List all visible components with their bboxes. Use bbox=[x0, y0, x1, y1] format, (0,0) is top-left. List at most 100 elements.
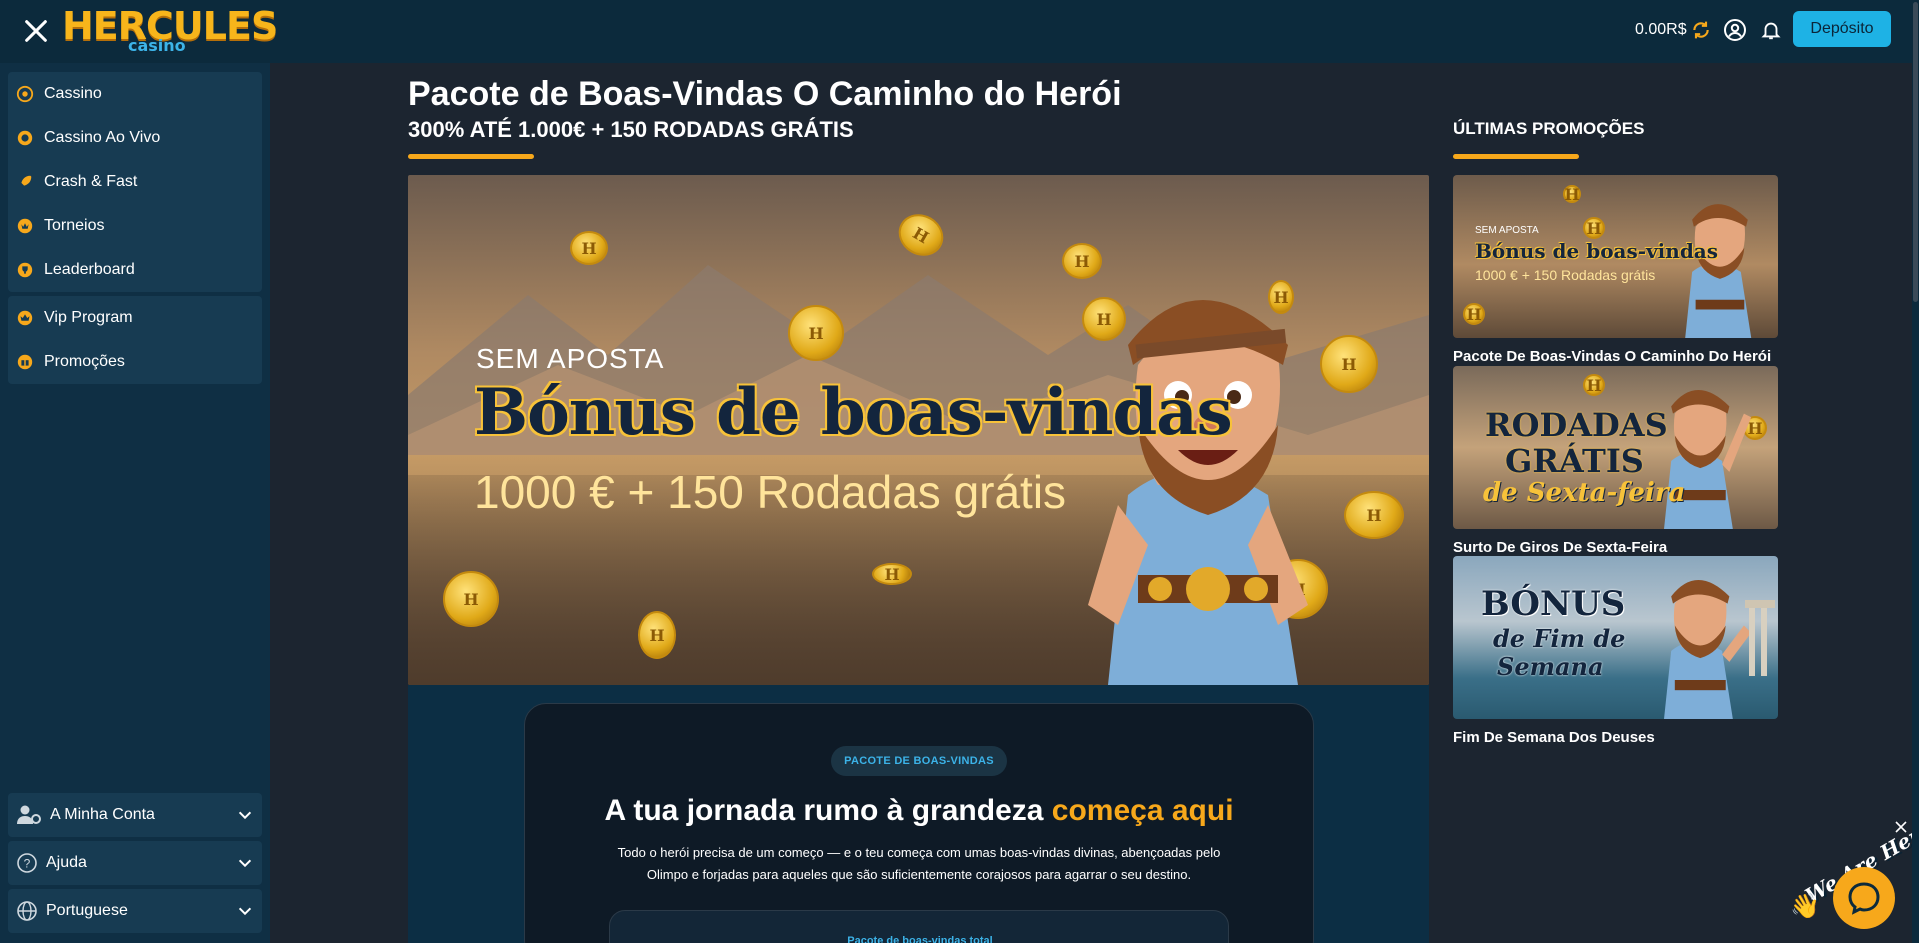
info-heading-text: A tua jornada rumo à grandeza bbox=[604, 794, 1052, 827]
sidebar-item-label: Crash & Fast bbox=[44, 173, 138, 190]
promo-image-headline-2: GRÁTIS bbox=[1505, 442, 1644, 480]
coin-decoration bbox=[1563, 185, 1581, 203]
sidebar-item-cassino[interactable]: Cassino bbox=[8, 72, 262, 116]
refresh-icon[interactable] bbox=[1691, 20, 1711, 40]
hero-amount: 1000 € + 150 Rodadas grátis bbox=[474, 466, 1067, 518]
svg-text:?: ? bbox=[24, 857, 31, 871]
main-content: Pacote de Boas-Vindas O Caminho do Herói… bbox=[270, 63, 1919, 943]
balance-value: 0.00R$ bbox=[1635, 21, 1687, 38]
promo-card[interactable]: RODADAS GRÁTIS de Sexta-feira Surto De G… bbox=[1453, 366, 1778, 556]
chat-bubble-icon bbox=[1848, 882, 1880, 915]
sidebar-item-crash-fast[interactable]: Crash & Fast bbox=[8, 160, 262, 204]
welcome-package-pill: PACOTE DE BOAS-VINDAS bbox=[831, 746, 1007, 776]
close-menu-icon[interactable] bbox=[22, 17, 50, 45]
coin-decoration bbox=[638, 611, 676, 659]
hercules-character-illustration bbox=[1664, 580, 1752, 719]
promo-image-subline-2: Semana bbox=[1497, 652, 1604, 681]
sidebar-item-label: Portuguese bbox=[46, 902, 128, 919]
page-subtitle: 300% ATÉ 1.000€ + 150 RODADAS GRÁTIS bbox=[408, 117, 854, 142]
info-description: Todo o herói precisa de um começo — e o … bbox=[617, 845, 1221, 882]
coin-decoration bbox=[1344, 491, 1404, 539]
sidebar-item-label: A Minha Conta bbox=[50, 806, 155, 823]
top-header: HERCULES casino 0.00R$ Depósito bbox=[0, 0, 1919, 63]
cassino-icon bbox=[16, 85, 34, 103]
deposit-button[interactable]: Depósito bbox=[1793, 11, 1891, 47]
info-heading-accent: começa aqui bbox=[1051, 794, 1234, 827]
balance-display[interactable]: 0.00R$ bbox=[1635, 20, 1711, 40]
rocket-icon bbox=[16, 173, 34, 191]
account-settings-icon bbox=[16, 804, 42, 826]
sidebar: Cassino Cassino Ao Vivo Crash & Fast Tor… bbox=[0, 63, 270, 943]
sidebar-item-vip-program[interactable]: Vip Program bbox=[8, 296, 262, 340]
welcome-info-card: PACOTE DE BOAS-VINDAS A tua jornada rumo… bbox=[524, 703, 1314, 943]
sidebar-item-label: Promoções bbox=[44, 353, 125, 370]
coin-decoration bbox=[872, 563, 912, 585]
promo-label: Surto De Giros De Sexta-Feira bbox=[1453, 539, 1668, 556]
sidebar-item-cassino-ao-vivo[interactable]: Cassino Ao Vivo bbox=[8, 116, 262, 160]
waving-hand-icon: 👋 bbox=[1790, 893, 1820, 920]
hero-banner: SEM APOSTA Bónus de boas-vindas 1000 € +… bbox=[408, 175, 1429, 685]
promos-underline bbox=[1453, 154, 1579, 159]
hercules-logo[interactable]: HERCULES casino bbox=[62, 6, 278, 56]
sidebar-item-promocoes[interactable]: Promoções bbox=[8, 340, 262, 384]
tournament-icon bbox=[16, 217, 34, 235]
sidebar-group-games: Cassino Cassino Ao Vivo Crash & Fast Tor… bbox=[8, 72, 262, 292]
sidebar-item-a-minha-conta[interactable]: A Minha Conta bbox=[8, 793, 262, 837]
sidebar-item-label: Vip Program bbox=[44, 309, 133, 326]
sidebar-item-ajuda[interactable]: ? Ajuda bbox=[8, 841, 262, 885]
title-underline bbox=[408, 154, 534, 159]
help-icon: ? bbox=[16, 852, 38, 874]
sidebar-item-label: Cassino Ao Vivo bbox=[44, 129, 161, 146]
promo-image-subline: de Sexta-feira bbox=[1483, 478, 1686, 508]
latest-promotions-title: ÚLTIMAS PROMOÇÕES bbox=[1453, 119, 1645, 138]
chevron-down-icon bbox=[236, 902, 254, 920]
sidebar-item-label: Ajuda bbox=[46, 854, 87, 871]
promo-image-tag: SEM APOSTA bbox=[1475, 225, 1539, 236]
sidebar-item-torneios[interactable]: Torneios bbox=[8, 204, 262, 248]
promo-image-headline: RODADAS bbox=[1485, 406, 1668, 444]
chevron-down-icon bbox=[236, 854, 254, 872]
sidebar-item-label: Leaderboard bbox=[44, 261, 135, 278]
promo-image-amount: 1000 € + 150 Rodadas grátis bbox=[1475, 267, 1656, 283]
coin-decoration bbox=[443, 571, 499, 627]
promo-image-headline: BÓNUS bbox=[1481, 584, 1626, 624]
promo-image: RODADAS GRÁTIS de Sexta-feira bbox=[1453, 366, 1778, 529]
sidebar-item-label: Cassino bbox=[44, 85, 102, 102]
sidebar-item-label: Torneios bbox=[44, 217, 105, 234]
column-ruin-illustration bbox=[1745, 600, 1775, 676]
hero-tag: SEM APOSTA bbox=[476, 343, 665, 374]
coin-decoration bbox=[1583, 217, 1605, 239]
total-package-label: Pacote de boas-vindas total bbox=[847, 935, 993, 943]
crown-icon bbox=[16, 309, 34, 327]
sidebar-group-rewards: Vip Program Promoções bbox=[8, 296, 262, 384]
page-title: Pacote de Boas-Vindas O Caminho do Herói bbox=[408, 75, 1122, 113]
promo-image: SEM APOSTA Bónus de boas-vindas 1000 € +… bbox=[1453, 175, 1778, 338]
coin-decoration bbox=[788, 305, 844, 361]
total-package-box: Pacote de boas-vindas total bbox=[609, 910, 1229, 943]
trophy-icon bbox=[16, 261, 34, 279]
logo-sub-text: casino bbox=[128, 36, 186, 55]
hercules-character-illustration bbox=[1088, 300, 1308, 685]
promo-image: BÓNUS de Fim de Semana bbox=[1453, 556, 1778, 719]
info-heading: A tua jornada rumo à grandeza começa aqu… bbox=[525, 794, 1313, 828]
promo-label: Fim De Semana Dos Deuses bbox=[1453, 729, 1655, 746]
promo-image-headline: Bónus de boas-vindas bbox=[1475, 239, 1719, 263]
sidebar-item-language[interactable]: Portuguese bbox=[8, 889, 262, 933]
hero-headline: Bónus de boas-vindas bbox=[474, 375, 1233, 450]
globe-icon bbox=[16, 900, 38, 922]
coin-decoration bbox=[1583, 374, 1605, 396]
promo-label: Pacote De Boas-Vindas O Caminho Do Herói bbox=[1453, 348, 1772, 365]
notification-bell-icon[interactable] bbox=[1760, 18, 1786, 44]
promo-card[interactable]: SEM APOSTA Bónus de boas-vindas 1000 € +… bbox=[1453, 175, 1778, 365]
promo-image-subline: de Fim de bbox=[1493, 624, 1626, 653]
scrollbar-thumb[interactable] bbox=[1913, 2, 1918, 302]
promo-card[interactable]: BÓNUS de Fim de Semana Fim De Semana Dos… bbox=[1453, 556, 1778, 746]
chat-launcher-button[interactable] bbox=[1833, 867, 1895, 929]
chevron-down-icon bbox=[236, 806, 254, 824]
gift-icon bbox=[16, 353, 34, 371]
live-casino-icon bbox=[16, 129, 34, 147]
coin-decoration bbox=[570, 231, 608, 265]
user-profile-icon[interactable] bbox=[1723, 18, 1749, 44]
sidebar-item-leaderboard[interactable]: Leaderboard bbox=[8, 248, 262, 292]
coin-decoration bbox=[1463, 303, 1485, 325]
